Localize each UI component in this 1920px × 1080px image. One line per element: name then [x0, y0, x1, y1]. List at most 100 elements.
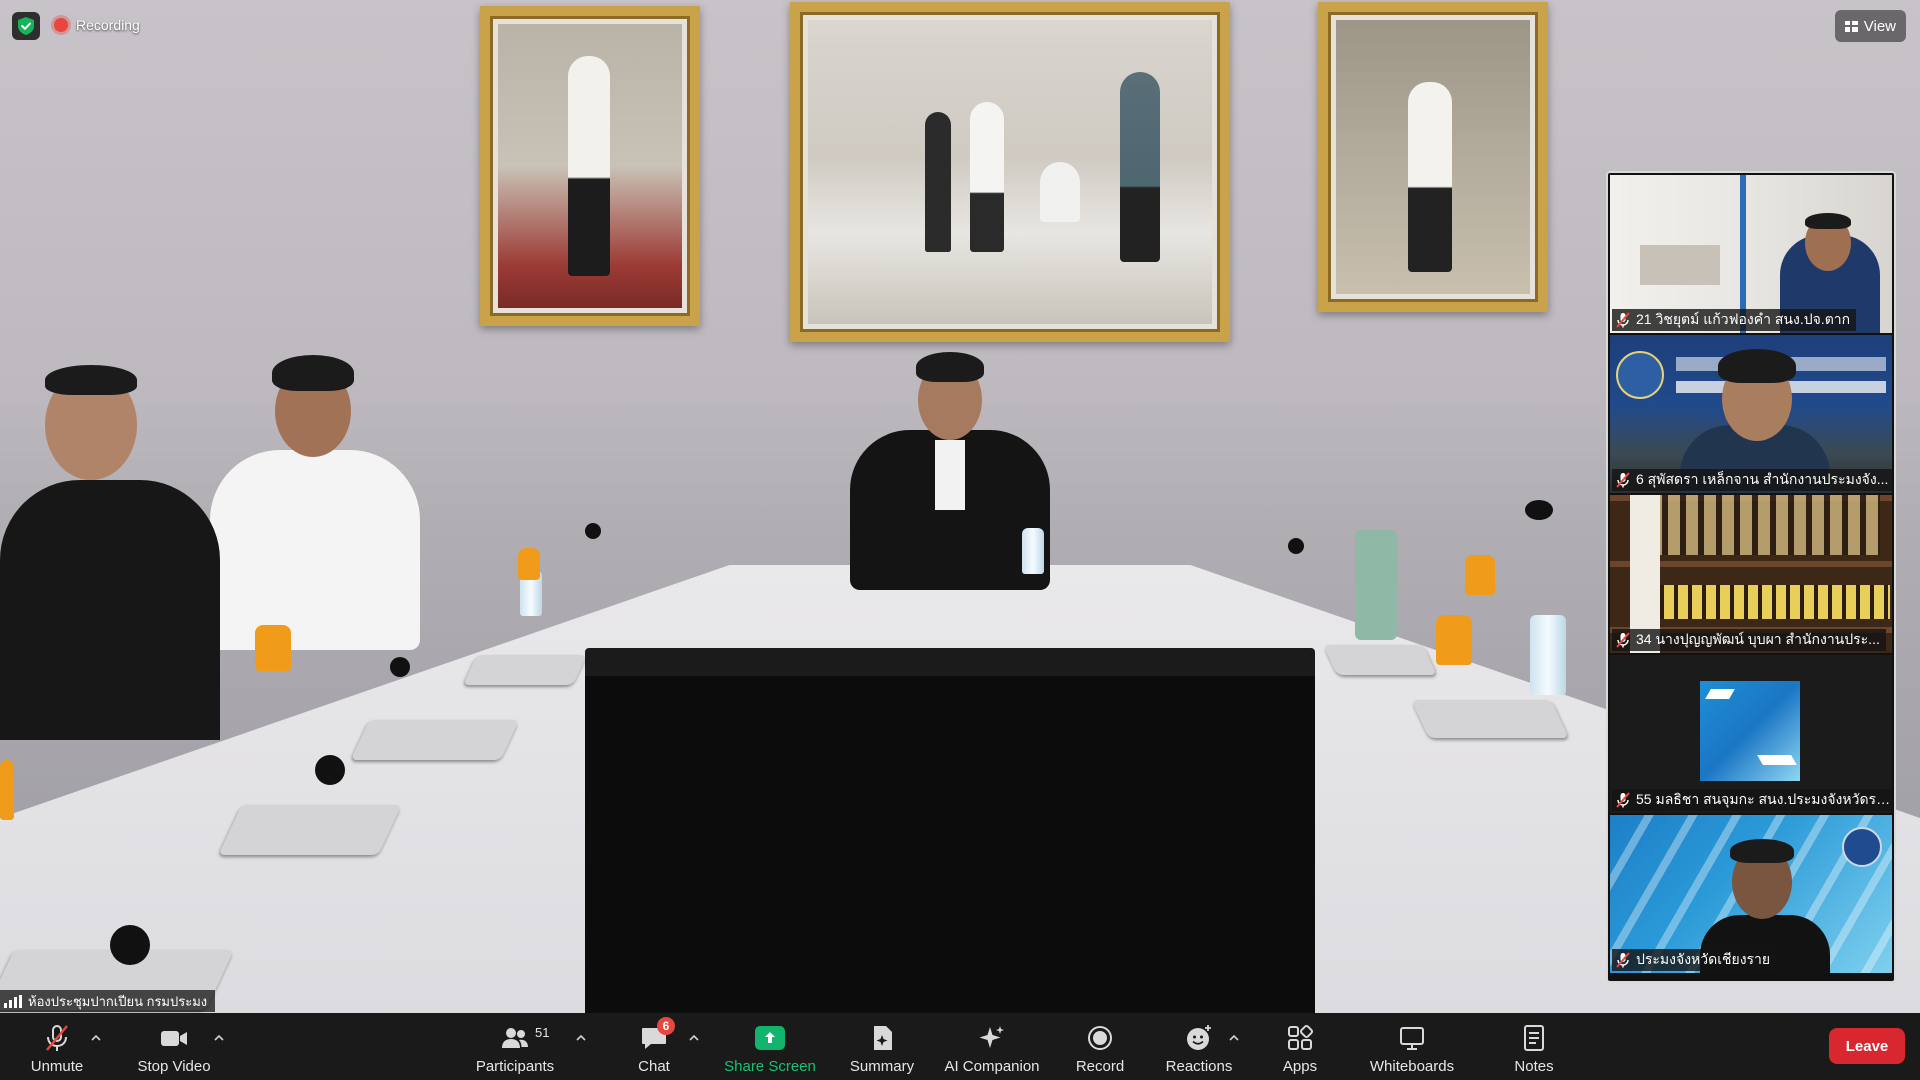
mic-head [315, 755, 345, 785]
reactions-button[interactable]: Reactions [1162, 1013, 1236, 1080]
juice-bottle [518, 548, 540, 580]
participants-button[interactable]: Participants [470, 1013, 560, 1080]
mic-head [1525, 500, 1553, 520]
table-microphone [350, 720, 520, 760]
encryption-shield[interactable] [12, 12, 40, 40]
wall-photo-center [790, 2, 1230, 342]
ai-companion-button[interactable]: AI Companion [940, 1013, 1044, 1080]
participant-tile[interactable]: 55 มลธิชา สนจุมกะ สนง.ประมงจังหวัดระ... [1610, 655, 1892, 813]
participant-name: ประมงจังหวัดเชียงราย [1636, 951, 1771, 967]
whiteboards-label: Whiteboards [1369, 1058, 1455, 1075]
ai-companion-icon [979, 1026, 1004, 1048]
participants-options-chevron[interactable] [575, 1029, 587, 1041]
recording-label: Recording [76, 17, 140, 33]
person-left-dark-jacket [0, 360, 220, 740]
stop-video-button[interactable]: Stop Video [130, 1013, 218, 1080]
mic-off-icon [1616, 312, 1630, 328]
table-microphone [1323, 645, 1437, 675]
participant-name: 34 นางปุญญพัฒน์ บุบผา สำนักงานประ... [1636, 631, 1880, 647]
participants-label: Participants [475, 1058, 555, 1075]
notes-label: Notes [1514, 1058, 1554, 1075]
participants-icon [502, 1028, 528, 1048]
juice-bottle [1436, 615, 1472, 665]
tumbler [1355, 530, 1397, 640]
person-left-white-shirt [190, 350, 430, 650]
whiteboards-icon [1400, 1027, 1424, 1050]
wall-portrait-right [1318, 2, 1548, 312]
mic-head [585, 523, 601, 539]
participant-name: 6 สุพัสดรา เหล็กจาน สำนักงานประมงจัง... [1636, 471, 1889, 487]
share-screen-button[interactable]: Share Screen [720, 1013, 820, 1080]
unmute-label: Unmute [30, 1058, 84, 1075]
summary-label: Summary [849, 1058, 915, 1075]
room-name: ห้องประชุมปากเปียน กรมประมง [28, 993, 208, 1009]
mic-off-icon [1616, 472, 1630, 488]
juice-bottle [1465, 555, 1495, 595]
wall-portrait-left [480, 6, 700, 326]
whiteboards-button[interactable]: Whiteboards [1362, 1013, 1462, 1080]
video-options-chevron[interactable] [213, 1029, 225, 1041]
chat-label: Chat [638, 1058, 670, 1075]
reactions-options-chevron[interactable] [1228, 1029, 1240, 1041]
participants-count: 51 [535, 1025, 550, 1040]
summary-icon [874, 1026, 892, 1050]
meeting-toolbar: Unmute Stop Video Participants 51 Chat 6… [0, 1013, 1920, 1080]
recording-dot-icon [54, 18, 68, 32]
juice-bottle [255, 625, 291, 671]
table-microphone [1411, 700, 1569, 738]
notes-button[interactable]: Notes [1504, 1013, 1564, 1080]
water-bottle [1530, 615, 1566, 695]
audio-options-chevron[interactable] [90, 1029, 102, 1041]
apps-label: Apps [1282, 1058, 1318, 1075]
shield-check-icon [18, 17, 34, 35]
reactions-label: Reactions [1165, 1058, 1233, 1075]
mic-off-icon [1616, 952, 1630, 968]
mic-off-icon [46, 1025, 68, 1051]
video-camera-icon [161, 1031, 187, 1046]
participant-gallery: 21 วิชยุตม์ แก้วฟองคำ สนง.ปจ.ตาก 6 สุพัส… [1606, 171, 1896, 983]
apps-icon [1288, 1024, 1314, 1050]
leave-button[interactable]: Leave [1829, 1028, 1905, 1064]
view-button[interactable]: View [1834, 10, 1906, 42]
view-label: View [1863, 17, 1896, 35]
main-video-name-label: ห้องประชุมปากเปียน กรมประมง [0, 990, 216, 1012]
mic-off-icon [1616, 632, 1630, 648]
share-screen-icon [755, 1026, 785, 1050]
view-grid-icon [1844, 20, 1858, 32]
notes-icon [1524, 1025, 1544, 1051]
record-label: Record [1075, 1058, 1125, 1075]
record-button[interactable]: Record [1070, 1013, 1130, 1080]
chat-button[interactable]: Chat [624, 1013, 684, 1080]
participant-name-label: ประมงจังหวัดเชียงราย [1612, 949, 1777, 971]
water-bottle [1022, 528, 1044, 574]
share-screen-label: Share Screen [724, 1058, 816, 1075]
participant-name-label: 21 วิชยุตม์ แก้วฟองคำ สนง.ปจ.ตาก [1612, 309, 1857, 331]
unmute-button[interactable]: Unmute [22, 1013, 92, 1080]
stop-video-label: Stop Video [137, 1058, 211, 1075]
participant-name-label: 34 นางปุญญพัฒน์ บุบผา สำนักงานประ... [1612, 629, 1886, 651]
participant-name: 21 วิชยุตม์ แก้วฟองคำ สนง.ปจ.ตาก [1636, 311, 1851, 327]
ai-companion-label: AI Companion [944, 1058, 1040, 1075]
summary-button[interactable]: Summary [846, 1013, 918, 1080]
mic-head [110, 925, 150, 965]
participant-tile[interactable]: 34 นางปุญญพัฒน์ บุบผา สำนักงานประ... [1610, 495, 1892, 653]
table-microphone [463, 655, 587, 685]
chevron-up-icon [689, 1034, 699, 1041]
participant-name: 55 มลธิชา สนจุมกะ สนง.ประมงจังหวัดระ... [1636, 791, 1892, 807]
apps-button[interactable]: Apps [1270, 1013, 1330, 1080]
recording-indicator[interactable]: Recording [54, 14, 140, 36]
participant-tile[interactable]: ประมงจังหวัดเชียงราย [1610, 815, 1892, 973]
table-microphone [218, 805, 402, 855]
mic-head [390, 657, 410, 677]
chat-unread-badge: 6 [657, 1017, 675, 1035]
participant-name-label: 6 สุพัสดรา เหล็กจาน สำนักงานประมงจัง... [1612, 469, 1892, 491]
participant-tile[interactable]: 21 วิชยุตม์ แก้วฟองคำ สนง.ปจ.ตาก [1610, 175, 1892, 333]
front-monitor [585, 648, 1315, 1013]
chevron-up-icon [91, 1034, 101, 1041]
mic-off-icon [1616, 792, 1630, 808]
chat-options-chevron[interactable] [688, 1029, 700, 1041]
signal-icon [4, 994, 22, 1008]
participant-tile[interactable]: 6 สุพัสดรา เหล็กจาน สำนักงานประมงจัง... [1610, 335, 1892, 493]
record-icon [1088, 1026, 1112, 1050]
chevron-up-icon [1229, 1034, 1239, 1041]
